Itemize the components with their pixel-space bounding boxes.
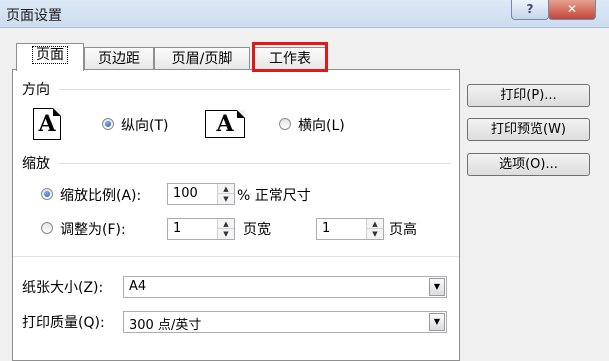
pages-wide-arrows[interactable]: ▲ ▼ — [217, 219, 234, 239]
tab-margins[interactable]: 页边距 — [84, 47, 154, 70]
print-button[interactable]: 打印(P)... — [467, 84, 590, 107]
page-tab-panel: 方向 A 纵向(T) A 横向(L) 缩放 缩放比例(A): 100 ▲ ▼ %… — [12, 69, 460, 361]
pages-tall-arrows[interactable]: ▲ ▼ — [366, 219, 383, 239]
help-button[interactable]: ? — [511, 0, 549, 20]
spin-up-icon[interactable]: ▲ — [367, 219, 383, 229]
spin-up-icon[interactable]: ▲ — [218, 184, 234, 194]
adjust-to-radio[interactable] — [41, 188, 53, 200]
dialog-title: 页面设置 — [6, 8, 62, 24]
title-bar[interactable]: 页面设置 ? ✕ — [0, 0, 609, 28]
tab-header-footer-label: 页眉/页脚 — [171, 51, 233, 67]
tab-header-footer[interactable]: 页眉/页脚 — [154, 47, 250, 70]
fit-to-radio[interactable] — [41, 222, 53, 234]
chevron-down-icon[interactable]: ▼ — [429, 278, 445, 296]
landscape-icon-glyph: A — [216, 111, 234, 137]
adjust-to-label[interactable]: 缩放比例(A): — [60, 185, 141, 205]
print-quality-label: 打印质量(Q): — [22, 315, 105, 331]
tab-margins-label: 页边距 — [98, 51, 140, 67]
close-button[interactable]: ✕ — [548, 0, 596, 20]
options-button[interactable]: 选项(O)... — [467, 153, 590, 176]
spin-down-icon[interactable]: ▼ — [367, 229, 383, 239]
spin-down-icon[interactable]: ▼ — [218, 229, 234, 239]
scaling-section-title: 缩放 — [22, 156, 50, 172]
spin-up-icon[interactable]: ▲ — [218, 219, 234, 229]
portrait-page-icon: A — [33, 108, 61, 140]
pages-wide-label: 页宽 — [243, 222, 271, 238]
scaling-divider — [59, 163, 451, 164]
spin-down-icon[interactable]: ▼ — [218, 194, 234, 204]
paper-size-label: 纸张大小(Z): — [22, 280, 104, 296]
landscape-radio[interactable] — [279, 118, 291, 130]
bottom-divider — [13, 256, 459, 257]
paper-size-select[interactable]: A4 ▼ — [123, 276, 447, 298]
fit-to-label[interactable]: 调整为(F): — [60, 219, 126, 239]
pages-tall-label: 页高 — [389, 222, 417, 238]
pages-wide-spinner[interactable]: 1 ▲ ▼ — [167, 218, 235, 240]
paper-size-value[interactable]: A4 — [129, 279, 146, 294]
portrait-label[interactable]: 纵向(T) — [121, 115, 168, 135]
tab-sheet-highlight-box — [252, 42, 328, 72]
landscape-page-icon: A — [205, 110, 245, 138]
scale-percent-spinner[interactable]: 100 ▲ ▼ — [167, 183, 235, 205]
scale-percent-value[interactable]: 100 — [173, 186, 198, 201]
chevron-down-icon[interactable]: ▼ — [429, 313, 445, 331]
landscape-label[interactable]: 横向(L) — [298, 115, 345, 135]
print-quality-value[interactable]: 300 点/英寸 — [129, 314, 201, 333]
adjust-to-suffix: % 正常尺寸 — [237, 188, 311, 204]
scale-percent-arrows[interactable]: ▲ ▼ — [217, 184, 234, 204]
tab-page-label: 页面 — [32, 46, 68, 64]
tab-page[interactable]: 页面 — [16, 43, 84, 71]
print-quality-select[interactable]: 300 点/英寸 ▼ — [123, 311, 447, 333]
orientation-section-title: 方向 — [22, 82, 50, 98]
orientation-divider — [59, 89, 451, 90]
portrait-radio[interactable] — [102, 118, 114, 130]
pages-wide-value[interactable]: 1 — [173, 221, 181, 236]
pages-tall-value[interactable]: 1 — [322, 221, 330, 236]
pages-tall-spinner[interactable]: 1 ▲ ▼ — [316, 218, 384, 240]
print-preview-button[interactable]: 打印预览(W) — [467, 118, 590, 141]
